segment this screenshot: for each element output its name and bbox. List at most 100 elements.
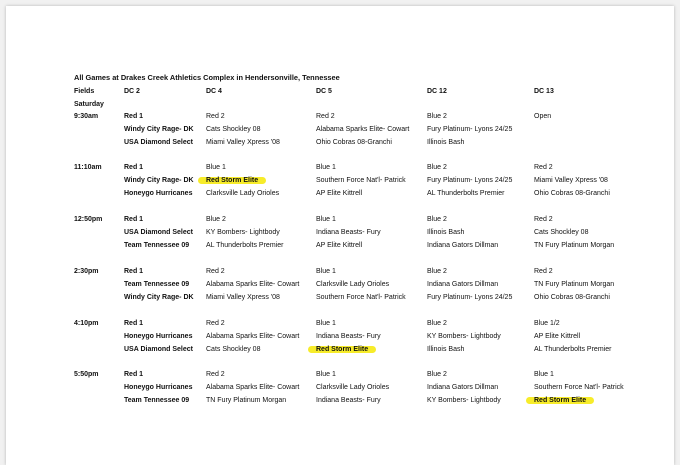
team-name: Alabama Sparks Elite- Cowart <box>206 384 300 391</box>
pool-label: Open <box>534 113 552 120</box>
time-slot: 9:30am <box>74 113 99 120</box>
team-name: Southern Force Nat'l- Patrick <box>316 294 406 301</box>
time-slot: 5:50pm <box>74 371 99 378</box>
pool-label: Blue 1 <box>316 371 336 378</box>
team-name: Illinois Bash <box>427 346 465 353</box>
team-name: Alabama Sparks Elite- Cowart <box>206 333 300 340</box>
team-name: Cats Shockley 08 <box>534 229 589 236</box>
team-name: Cats Shockley 08 <box>206 126 261 133</box>
highlighted-team-name: Red Storm Elite <box>526 397 595 404</box>
team-name: Clarksville Lady Orioles <box>206 190 280 197</box>
team-name: Indiana Beasts- Fury <box>316 397 381 404</box>
pool-label: Blue 1 <box>206 164 226 171</box>
time-slot: 4:10pm <box>74 320 99 327</box>
team-name: Honeygo Hurricanes <box>124 190 193 197</box>
pool-label: Blue 2 <box>427 164 447 171</box>
team-name: TN Fury Platinum Morgan <box>534 242 615 249</box>
team-name: Red Storm Elite <box>198 176 267 185</box>
team-name: Indiana Gators Dillman <box>427 242 499 249</box>
team-name: Clarksville Lady Orioles <box>316 281 390 288</box>
pool-label: Red 2 <box>534 216 553 223</box>
team-name: Team Tennessee 09 <box>124 397 190 404</box>
team-name: Red Storm Elite <box>308 345 377 354</box>
pool-label: Blue 2 <box>427 371 447 378</box>
team-name: Miami Valley Xpress '08 <box>534 177 608 184</box>
pool-label: Blue 1 <box>316 268 336 275</box>
team-name: Southern Force Nat'l- Patrick <box>534 384 624 391</box>
team-name: Miami Valley Xpress '08 <box>206 294 280 301</box>
pool-label: Red 1 <box>124 216 144 223</box>
team-name: AL Thunderbolts Premier <box>427 190 505 197</box>
pool-label: Blue 2 <box>206 216 226 223</box>
team-name: Team Tennessee 09 <box>124 281 190 288</box>
team-name: Miami Valley Xpress '08 <box>206 139 280 146</box>
column-header: DC 13 <box>534 88 554 95</box>
pool-label: Red 2 <box>206 371 225 378</box>
pool-label: Blue 1 <box>316 216 336 223</box>
pool-label: Blue 1 <box>534 371 554 378</box>
highlighted-team-name: Red Storm Elite <box>308 346 377 353</box>
team-name: Team Tennessee 09 <box>124 242 190 249</box>
time-slot: 11:10am <box>74 164 102 171</box>
team-name: Honeygo Hurricanes <box>124 384 193 391</box>
team-name: KY Bombers- Lightbody <box>206 229 280 236</box>
pool-label: Blue 1 <box>316 164 336 171</box>
team-name: Clarksville Lady Orioles <box>316 384 390 391</box>
pool-label: Red 1 <box>124 164 144 171</box>
pool-label: Red 2 <box>206 268 225 275</box>
team-name: Alabama Sparks Elite- Cowart <box>316 126 410 133</box>
column-header: DC 12 <box>427 88 447 95</box>
team-name: Illinois Bash <box>427 139 465 146</box>
team-name: AL Thunderbolts Premier <box>206 242 284 249</box>
team-name: Indiana Gators Dillman <box>427 281 499 288</box>
pool-label: Red 2 <box>206 113 225 120</box>
team-name: AP Elite Kittrell <box>534 333 581 340</box>
pool-label: Red 1 <box>124 320 144 327</box>
schedule-page: All Games at Drakes Creek Athletics Comp… <box>6 6 674 465</box>
pool-label: Blue 2 <box>427 216 447 223</box>
team-name: Red Storm Elite <box>526 396 595 405</box>
pool-label: Red 2 <box>534 164 553 171</box>
pool-label: Blue 1/2 <box>534 320 560 327</box>
team-name: Ohio Cobras 08-Granchi <box>316 139 392 146</box>
time-slot: 2:30pm <box>74 268 99 275</box>
team-name: KY Bombers- Lightbody <box>427 397 501 404</box>
team-name: Cats Shockley 08 <box>206 346 261 353</box>
team-name: Honeygo Hurricanes <box>124 333 193 340</box>
team-name: TN Fury Platinum Morgan <box>206 397 287 404</box>
team-name: USA Diamond Select <box>124 139 193 146</box>
pool-label: Red 2 <box>206 320 225 327</box>
day-label: Saturday <box>74 101 104 108</box>
team-name: USA Diamond Select <box>124 346 193 353</box>
pool-label: Red 1 <box>124 371 144 378</box>
team-name: Windy City Rage- DK <box>124 177 194 184</box>
fields-label: Fields <box>74 88 95 95</box>
pool-label: Blue 2 <box>427 113 447 120</box>
schedule-title: All Games at Drakes Creek Athletics Comp… <box>74 73 340 82</box>
team-name: Ohio Cobras 08-Granchi <box>534 190 610 197</box>
pool-label: Red 1 <box>124 113 144 120</box>
team-name: Indiana Gators Dillman <box>427 384 499 391</box>
team-name: KY Bombers- Lightbody <box>427 333 501 340</box>
team-name: TN Fury Platinum Morgan <box>534 281 615 288</box>
team-name: Alabama Sparks Elite- Cowart <box>206 281 300 288</box>
team-name: USA Diamond Select <box>124 229 193 236</box>
team-name: Windy City Rage- DK <box>124 294 194 301</box>
team-name: Ohio Cobras 08-Granchi <box>534 294 610 301</box>
team-name: Fury Platinum- Lyons 24/25 <box>427 126 513 133</box>
highlighted-team-name: Red Storm Elite <box>198 177 267 184</box>
team-name: AP Elite Kittrell <box>316 190 363 197</box>
pool-label: Blue 1 <box>316 320 336 327</box>
column-header: DC 4 <box>206 88 222 95</box>
team-name: Illinois Bash <box>427 229 465 236</box>
pool-label: Blue 2 <box>427 268 447 275</box>
time-slot: 12:50pm <box>74 216 103 223</box>
pool-label: Red 2 <box>316 113 335 120</box>
pool-label: Blue 2 <box>427 320 447 327</box>
team-name: Indiana Beasts- Fury <box>316 333 381 340</box>
column-header: DC 5 <box>316 88 332 95</box>
team-name: Southern Force Nat'l- Patrick <box>316 177 406 184</box>
team-name: Fury Platinum- Lyons 24/25 <box>427 294 513 301</box>
team-name: Windy City Rage- DK <box>124 126 194 133</box>
column-header: DC 2 <box>124 88 140 95</box>
